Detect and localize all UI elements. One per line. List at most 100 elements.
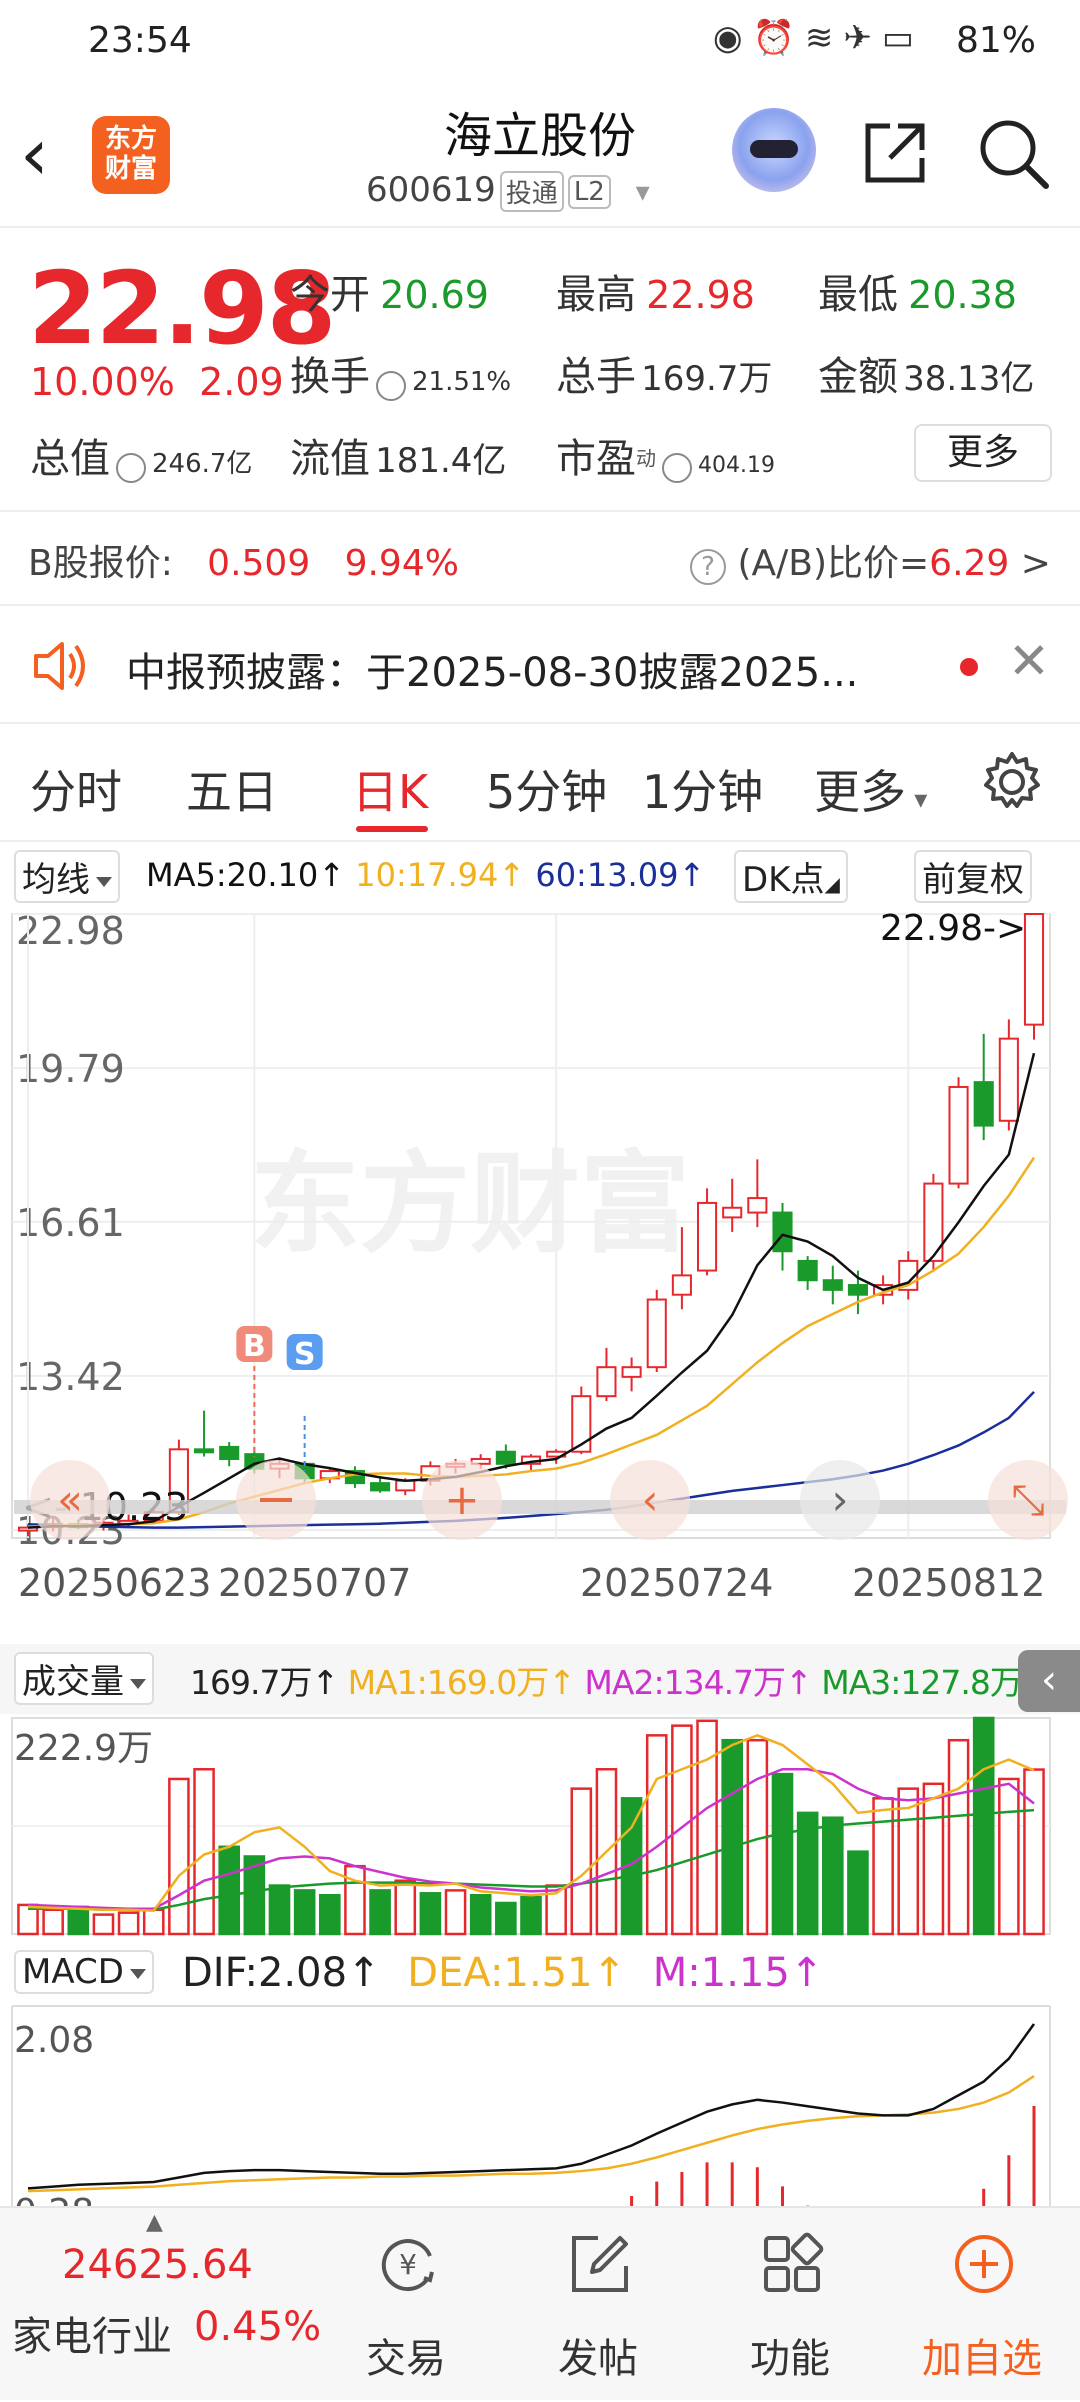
divider [0,840,1080,842]
float-cap-field: 流值 181.4亿 [290,436,507,482]
nav-post[interactable]: 发帖 [508,2208,688,2402]
tag-tongtong[interactable]: 投通 [499,171,564,212]
volume-bar [495,1901,517,1936]
stock-code-row: 600619 投通 L2 ▾ [366,170,650,212]
macd-selector[interactable]: MACD [14,1950,154,1994]
more-button[interactable]: 更多 [914,424,1052,482]
candle-body [621,1366,642,1378]
gear-icon[interactable] [980,750,1044,814]
zoom-in-control-glyph: + [444,1475,479,1524]
volume-chart[interactable]: 222.9万 [0,1712,1080,1942]
watermark: 东方财富 [250,1140,690,1268]
announcement-banner[interactable]: 中报预披露：于2025-08-30披露2025... ✕ [0,604,1080,724]
candlestick-chart[interactable]: 东方财富22.9819.7916.6113.4210.2322.98-><- 1… [0,906,1080,1646]
y-tick-label: 19.79 [16,1047,125,1091]
volume-selector[interactable]: 成交量 [14,1652,154,1705]
macd-bottom-label: 0.28 [14,2192,94,2206]
last-price: 22.98 [28,250,336,367]
tag-l2[interactable]: L2 [567,174,611,209]
bottom-toolbar: ▲ 24625.64 家电行业 0.45% ¥ 交易 发帖 功能 加自选 [0,2206,1080,2400]
candle-body [596,1366,617,1398]
volume-bar [218,1845,241,1936]
volume-bar [872,1797,894,1936]
tab-intraday[interactable]: 分时 [30,756,122,822]
volume-bar [771,1772,794,1936]
candle-body [722,1206,743,1219]
candle-body [495,1450,516,1465]
industry-name[interactable]: 家电行业 [12,2304,172,2362]
fullscreen-control-glyph: ⤡ [1011,1475,1045,1524]
adjust-mode-button[interactable]: 前复权 [914,850,1032,903]
y-tick-label: 16.61 [16,1201,125,1245]
svg-text:¥: ¥ [399,2248,417,2281]
candle-body [395,1479,416,1492]
volume-bar [645,1734,668,1936]
volume-bar [268,1884,291,1936]
speaker-icon [34,642,85,690]
collapse-panel-icon[interactable]: ‹ [1018,1650,1080,1712]
tab-daily-k[interactable]: 日K [352,756,428,822]
eye-icon: ◉ [712,18,753,58]
ab-ratio[interactable]: ? (A/B)比价=6.29 > [690,534,1051,586]
info-icon[interactable] [376,370,406,401]
macd-chart[interactable]: 2.08 0.28 [0,2004,1080,2206]
candle-body [973,1081,994,1127]
change-percent: 10.00% [30,360,175,404]
airplane-icon: ✈ [843,18,882,58]
ma-selector[interactable]: 均线 [14,850,120,903]
industry-change: 0.45% [194,2304,322,2350]
industry-index-value[interactable]: 24625.64 [62,2242,253,2288]
volume-top-label: 222.9万 [14,1728,153,1769]
info-icon[interactable] [662,452,692,483]
volume-bar [394,1879,417,1936]
nav-add-watchlist[interactable]: 加自选 [892,2208,1072,2402]
expand-caret-icon[interactable]: ▲ [146,2210,163,2235]
volume-bar [419,1892,442,1936]
volume-bar [42,1908,64,1936]
tab-1min[interactable]: 1分钟 [642,756,763,822]
tab-more[interactable]: 更多 ▾ [814,756,927,822]
info-icon[interactable] [116,452,146,483]
volume-bar [1023,1768,1045,1936]
tab-5min[interactable]: 5分钟 [486,756,607,822]
candle-body [948,1085,969,1185]
pan-left-control-glyph: ‹ [642,1475,659,1524]
candle-body [772,1211,793,1253]
volume-bar [117,1911,140,1936]
nav-trade[interactable]: ¥ 交易 [316,2208,496,2402]
volume-bar [998,1777,1020,1936]
last-price-tag: 22.98-> [880,908,1026,949]
candle-body [822,1279,843,1291]
nav-functions[interactable]: 功能 [700,2208,880,2402]
candle-body [696,1201,718,1272]
stock-header: ‹ 东方 财富 海立股份 600619 投通 L2 ▾ [0,78,1080,228]
volume-bar [293,1889,316,1936]
ai-assistant-avatar[interactable] [732,108,816,192]
dropdown-caret-icon[interactable]: ▾ [636,175,650,208]
dk-point-button[interactable]: DK点◢ [734,850,848,903]
amount-field: 金额 38.13亿 [818,354,1035,400]
tab-active-indicator [356,826,428,832]
share-icon[interactable] [860,118,930,188]
x-tick-label: 20250623 [18,1561,211,1605]
pe-field: 市盈动 404.19 [556,436,775,483]
volume-field: 总手 169.7万 [556,354,773,400]
volume-bar [318,1893,341,1936]
tab-five-day[interactable]: 五日 [186,756,278,822]
status-bar: 23:54 ◉⏰≋✈▭ 81% [0,0,1080,78]
volume-bar [671,1724,693,1936]
volume-bar [344,1864,366,1936]
wifi-icon: ≋ [804,18,844,58]
volume-bar [696,1719,718,1936]
market-cap-field: 总值 246.7亿 [30,436,253,483]
search-icon[interactable] [976,116,1052,192]
candle-body [847,1284,869,1296]
divider [0,510,1080,512]
candle-body [747,1197,768,1214]
close-icon[interactable]: ✕ [1008,632,1050,690]
volume-bar [520,1895,542,1936]
volume-legend: 169.7万↑ MA1:169.0万↑ MA2:134.7万↑ MA3:127.… [190,1663,1050,1702]
volume-bar [897,1787,920,1936]
plus-circle-icon [955,2235,1013,2293]
candle-body [193,1448,215,1454]
